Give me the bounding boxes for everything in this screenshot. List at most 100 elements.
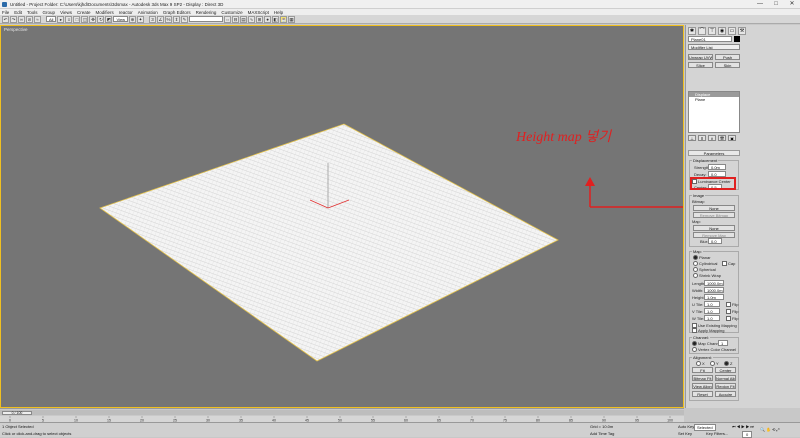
menu-animation[interactable]: Animation <box>138 10 158 15</box>
menu-file[interactable]: File <box>2 10 9 15</box>
show-end-result-icon[interactable]: Ⅱ <box>698 135 706 141</box>
vertex-color-channel-radio[interactable]: Vertex Color Channel <box>692 347 736 353</box>
remove-modifier-icon[interactable]: 🗑 <box>718 135 726 141</box>
push-button[interactable]: Push <box>715 54 740 60</box>
close-button[interactable]: ✕ <box>784 0 800 8</box>
edit-named-selection-icon[interactable]: ✎ <box>181 15 189 23</box>
align-icon[interactable]: ⊟ <box>232 15 240 23</box>
modifier-list-dropdown[interactable]: Modifier List <box>688 44 740 50</box>
modifier-stack[interactable]: Displace Plane <box>688 91 740 133</box>
bind-space-warp-icon[interactable]: ≈ <box>34 15 41 23</box>
reset-button[interactable]: Reset <box>692 391 713 397</box>
mirror-icon[interactable]: ⇔ <box>224 15 232 23</box>
normal-align-button[interactable]: Normal Align <box>715 375 736 381</box>
cap-checkbox[interactable]: Cap <box>722 261 735 267</box>
app-icon[interactable] <box>2 1 7 7</box>
viewport-canvas[interactable] <box>1 26 683 407</box>
material-editor-icon[interactable]: ● <box>264 15 272 23</box>
fit-button[interactable]: Fit <box>692 367 713 373</box>
menu-graph-editors[interactable]: Graph Editors <box>163 10 191 15</box>
viewport-label[interactable]: Perspective <box>4 27 28 32</box>
parameters-rollout-header[interactable]: Parameters <box>688 150 740 156</box>
v-flip-checkbox[interactable]: Flip <box>726 309 738 315</box>
select-rotate-icon[interactable]: ↻ <box>97 15 105 23</box>
region-fit-button[interactable]: Region Fit <box>715 383 736 389</box>
curve-editor-icon[interactable]: ∿ <box>248 15 256 23</box>
menu-tools[interactable]: Tools <box>27 10 38 15</box>
reference-coord-dropdown[interactable]: View <box>113 16 129 22</box>
width-field[interactable]: 1000.0m <box>704 287 724 293</box>
w-tile-field[interactable]: 1.0 <box>704 315 720 321</box>
key-mode-dropdown[interactable]: Selected <box>694 424 716 431</box>
acquire-button[interactable]: Acquire <box>715 391 736 397</box>
bitmap-fit-button[interactable]: Bitmap Fit <box>692 375 713 381</box>
menu-views[interactable]: Views <box>60 10 72 15</box>
select-object-icon[interactable]: ▸ <box>57 15 65 23</box>
v-tile-field[interactable]: 1.0 <box>704 308 720 314</box>
object-color-swatch[interactable] <box>734 36 740 42</box>
set-key-button[interactable]: Set Key <box>678 431 692 436</box>
window-crossing-icon[interactable]: ◫ <box>81 15 89 23</box>
maximize-button[interactable]: □ <box>768 0 784 8</box>
time-slider-thumb[interactable]: 0 / 100 <box>2 411 32 415</box>
minimize-button[interactable]: — <box>752 0 768 8</box>
select-by-name-icon[interactable]: ≡ <box>65 15 73 23</box>
select-manipulate-icon[interactable]: ✦ <box>137 15 145 23</box>
spherical-radio[interactable]: Spherical <box>693 267 716 273</box>
percent-snap-icon[interactable]: % <box>165 15 173 23</box>
pin-stack-icon[interactable]: ⊥ <box>688 135 696 141</box>
menu-modifiers[interactable]: Modifiers <box>96 10 114 15</box>
motion-icon[interactable]: ◉ <box>718 27 726 35</box>
skin-button[interactable]: Skin <box>715 62 740 68</box>
perspective-viewport[interactable]: Perspective <box>0 25 684 408</box>
pivot-center-icon[interactable]: ⊕ <box>129 15 137 23</box>
strength-field[interactable]: 0.0m <box>708 164 726 170</box>
menu-edit[interactable]: Edit <box>14 10 22 15</box>
menu-rendering[interactable]: Rendering <box>196 10 217 15</box>
angle-snap-icon[interactable]: ∠ <box>157 15 165 23</box>
map-none-button[interactable]: None <box>693 225 735 231</box>
bitmap-none-button[interactable]: None <box>693 205 735 211</box>
link-icon[interactable]: ∞ <box>18 15 25 23</box>
apply-mapping-checkbox[interactable]: Apply Mapping <box>692 328 724 334</box>
u-tile-field[interactable]: 1.0 <box>704 301 720 307</box>
spinner-snap-icon[interactable]: ⇕ <box>173 15 181 23</box>
cylindrical-radio[interactable]: Cylindrical <box>693 261 717 267</box>
map-channel-field[interactable]: 1 <box>718 340 728 346</box>
redo-icon[interactable]: ↷ <box>10 15 17 23</box>
viewport-navigation-icons[interactable]: 🔍✋⟲⤢ <box>760 427 781 432</box>
auto-key-button[interactable]: Auto Key <box>678 424 694 429</box>
display-icon[interactable]: ▭ <box>728 27 736 35</box>
menu-maxscript[interactable]: MAXScript <box>248 10 269 15</box>
shrink-wrap-radio[interactable]: Shrink Wrap <box>693 273 721 279</box>
align-z-radio[interactable]: Z <box>724 361 732 367</box>
center-button[interactable]: Center <box>715 367 736 373</box>
utilities-icon[interactable]: ⚒ <box>738 27 746 35</box>
unlink-icon[interactable]: ⊘ <box>26 15 33 23</box>
menu-create[interactable]: Create <box>77 10 91 15</box>
plane-mesh[interactable] <box>99 123 559 362</box>
unwrap-uvw-button[interactable]: Unwrap UVW <box>688 54 713 60</box>
quick-render-icon[interactable]: ☕ <box>280 15 288 23</box>
time-slider-track[interactable]: 0 / 100 <box>0 410 684 415</box>
key-filters-button[interactable]: Key Filters... <box>706 431 728 436</box>
select-scale-icon[interactable]: ◩ <box>105 15 113 23</box>
menu-reactor[interactable]: reactor <box>119 10 133 15</box>
menu-customize[interactable]: Customize <box>221 10 242 15</box>
w-flip-checkbox[interactable]: Flip <box>726 316 738 322</box>
remove-bitmap-button[interactable]: Remove Bitmap <box>693 212 735 218</box>
hierarchy-icon[interactable]: ⊤ <box>708 27 716 35</box>
render-setup-icon[interactable]: ◧ <box>272 15 280 23</box>
selection-filter-dropdown[interactable]: All <box>46 16 57 22</box>
schematic-view-icon[interactable]: ⊞ <box>256 15 264 23</box>
select-move-icon[interactable]: ✥ <box>89 15 97 23</box>
align-x-radio[interactable]: X <box>696 361 705 367</box>
render-type-icon[interactable]: ▦ <box>288 15 296 23</box>
snaps-toggle-icon[interactable]: 3 <box>149 15 157 23</box>
u-flip-checkbox[interactable]: Flip <box>726 302 738 308</box>
modify-icon[interactable]: ⌒ <box>698 27 706 35</box>
planar-radio[interactable]: Planar <box>693 255 711 261</box>
align-y-radio[interactable]: Y <box>710 361 719 367</box>
object-name-field[interactable]: Plane01 <box>688 36 732 42</box>
blur-field[interactable]: 0.0 <box>708 238 722 244</box>
